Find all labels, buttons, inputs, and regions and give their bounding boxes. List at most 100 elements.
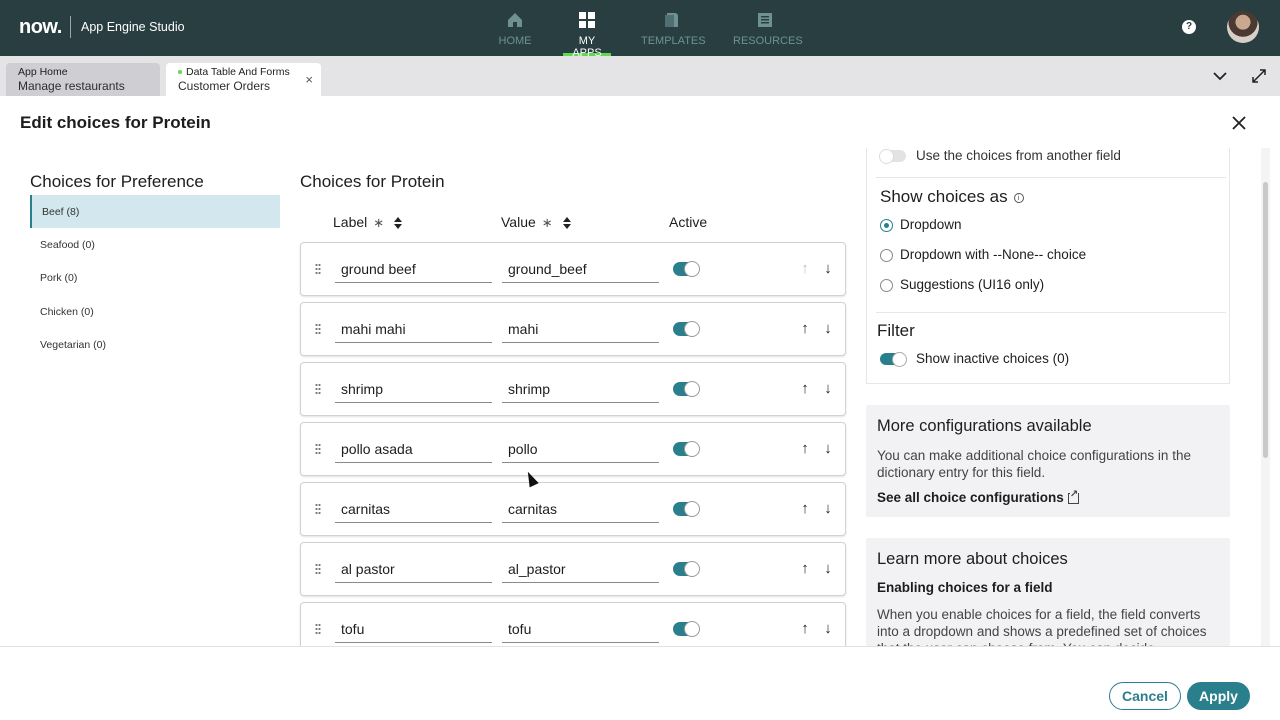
radio-dropdown-with-none[interactable] xyxy=(880,249,893,262)
user-avatar[interactable] xyxy=(1227,11,1259,43)
choice-value-input[interactable]: mahi xyxy=(502,317,659,343)
radio-dropdown-label: Dropdown xyxy=(900,217,962,232)
radio-suggestions-label: Suggestions (UI16 only) xyxy=(900,277,1045,292)
nav-my-apps[interactable]: MY APPS xyxy=(563,8,611,59)
label-column-header[interactable]: Label ∗ xyxy=(333,214,403,231)
preference-item-vegetarian[interactable]: Vegetarian (0) xyxy=(30,328,280,361)
radio-dropdown-with-none-label: Dropdown with --None-- choice xyxy=(900,247,1087,262)
nav-templates[interactable]: TEMPLATES xyxy=(641,8,706,56)
nav-resources[interactable]: RESOURCES xyxy=(733,8,803,56)
show-inactive-toggle[interactable] xyxy=(880,352,907,367)
show-choices-as-heading: Show choices as i xyxy=(880,187,1024,207)
move-down-icon[interactable]: ↓ xyxy=(821,260,835,278)
preference-item-beef[interactable]: Beef (8) xyxy=(30,195,280,228)
choice-row: carnitas carnitas ↑ ↓ xyxy=(300,482,846,536)
move-down-icon[interactable]: ↓ xyxy=(821,560,835,578)
move-down-icon[interactable]: ↓ xyxy=(821,320,835,338)
expand-icon[interactable] xyxy=(1250,67,1268,85)
tab-data-table-and-forms[interactable]: Data Table And Forms Customer Orders × xyxy=(166,63,321,96)
chevron-down-icon[interactable] xyxy=(1211,67,1229,85)
move-up-icon[interactable]: ↑ xyxy=(798,440,812,458)
logo-divider xyxy=(70,16,71,38)
preference-item-seafood[interactable]: Seafood (0) xyxy=(30,228,280,261)
sort-icon[interactable] xyxy=(394,216,403,230)
choice-label-input[interactable]: mahi mahi xyxy=(335,317,492,343)
active-toggle[interactable] xyxy=(673,381,700,397)
active-toggle[interactable] xyxy=(673,561,700,577)
preference-item-chicken[interactable]: Chicken (0) xyxy=(30,295,280,328)
apply-button[interactable]: Apply xyxy=(1187,682,1250,710)
cancel-button[interactable]: Cancel xyxy=(1109,682,1181,710)
label-column-title: Label xyxy=(333,214,368,230)
more-configurations-text: You can make additional choice configura… xyxy=(877,448,1191,480)
preference-item-pork[interactable]: Pork (0) xyxy=(30,261,280,294)
drag-handle-icon[interactable] xyxy=(315,263,321,275)
more-configurations-title: More configurations available xyxy=(877,417,1092,435)
active-toggle[interactable] xyxy=(673,441,700,457)
choice-value-input[interactable]: carnitas xyxy=(502,497,659,523)
choice-value-input[interactable]: pollo xyxy=(502,437,659,463)
preferences-heading: Choices for Preference xyxy=(30,172,204,191)
show-inactive-label: Show inactive choices (0) xyxy=(916,351,1070,366)
nav-home-label: HOME xyxy=(498,35,532,47)
use-other-field-label: Use the choices from another field xyxy=(916,148,1121,163)
nav-home[interactable]: HOME xyxy=(497,8,533,56)
choice-label-input[interactable]: tofu xyxy=(335,617,492,643)
choice-label-input[interactable]: al pastor xyxy=(335,557,492,583)
choice-row: ground beef ground_beef ↑ ↓ xyxy=(300,242,846,296)
template-icon xyxy=(665,13,678,27)
choice-value-input[interactable]: al_pastor xyxy=(502,557,659,583)
move-down-icon[interactable]: ↓ xyxy=(821,380,835,398)
choice-label-input[interactable]: carnitas xyxy=(335,497,492,523)
move-down-icon[interactable]: ↓ xyxy=(821,500,835,518)
active-toggle[interactable] xyxy=(673,321,700,337)
divider xyxy=(876,177,1226,178)
tab-subtitle: Manage restaurants xyxy=(18,79,125,93)
learn-more-text: When you enable choices for a field, the… xyxy=(877,607,1207,646)
sort-icon[interactable] xyxy=(562,216,571,230)
tab-subtitle: Customer Orders xyxy=(178,79,271,93)
choice-value-input[interactable]: shrimp xyxy=(502,377,659,403)
close-icon[interactable] xyxy=(1229,113,1249,133)
move-down-icon[interactable]: ↓ xyxy=(821,620,835,638)
scrollbar-thumb[interactable] xyxy=(1263,182,1268,458)
see-all-choice-configurations-link[interactable]: See all choice configurations xyxy=(877,489,1079,505)
drag-handle-icon[interactable] xyxy=(315,563,321,575)
tab-close-icon[interactable]: × xyxy=(305,72,313,87)
move-up-icon[interactable]: ↑ xyxy=(798,260,812,278)
help-icon[interactable]: ? xyxy=(1182,20,1196,34)
tab-title: App Home xyxy=(18,66,68,78)
use-other-field-toggle[interactable] xyxy=(879,149,906,164)
show-choices-as-title: Show choices as xyxy=(880,187,1008,206)
drag-handle-icon[interactable] xyxy=(315,503,321,515)
value-column-header[interactable]: Value ∗ xyxy=(501,214,571,231)
more-configurations-card: More configurations available You can ma… xyxy=(866,405,1230,517)
modal-footer: Cancel Apply xyxy=(0,646,1280,720)
choice-label-input[interactable]: ground beef xyxy=(335,257,492,283)
move-up-icon[interactable]: ↑ xyxy=(798,500,812,518)
choice-label-input[interactable]: pollo asada xyxy=(335,437,492,463)
active-toggle[interactable] xyxy=(673,261,700,277)
drag-handle-icon[interactable] xyxy=(315,323,321,335)
move-down-icon[interactable]: ↓ xyxy=(821,440,835,458)
active-toggle[interactable] xyxy=(673,621,700,637)
drag-handle-icon[interactable] xyxy=(315,623,321,635)
radio-dropdown[interactable] xyxy=(880,219,893,232)
drag-handle-icon[interactable] xyxy=(315,443,321,455)
move-up-icon[interactable]: ↑ xyxy=(798,380,812,398)
drag-handle-icon[interactable] xyxy=(315,383,321,395)
now-logo[interactable]: now. xyxy=(19,16,62,39)
nav-templates-label: TEMPLATES xyxy=(641,35,706,47)
info-icon[interactable]: i xyxy=(1013,192,1024,203)
active-toggle[interactable] xyxy=(673,501,700,517)
choice-value-input[interactable]: tofu xyxy=(502,617,659,643)
choice-value-input[interactable]: ground_beef xyxy=(502,257,659,283)
choice-label-input[interactable]: shrimp xyxy=(335,377,492,403)
top-nav-bar: now. App Engine Studio HOME MY APPS TEMP… xyxy=(0,0,1280,59)
move-up-icon[interactable]: ↑ xyxy=(798,320,812,338)
radio-suggestions[interactable] xyxy=(880,279,893,292)
see-all-link-label: See all choice configurations xyxy=(877,490,1064,505)
tab-app-home[interactable]: App Home Manage restaurants xyxy=(6,63,160,96)
move-up-icon[interactable]: ↑ xyxy=(798,560,812,578)
move-up-icon[interactable]: ↑ xyxy=(798,620,812,638)
